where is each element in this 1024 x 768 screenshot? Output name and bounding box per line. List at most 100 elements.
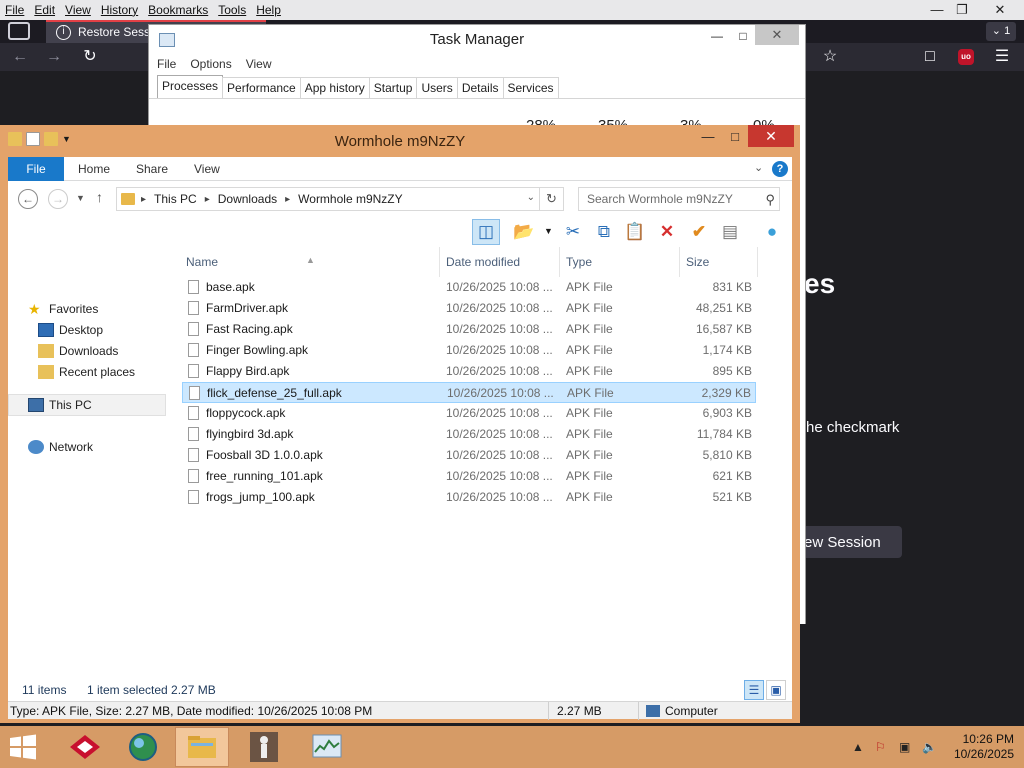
- explorer-minimize-button[interactable]: —: [694, 127, 722, 147]
- back-arrow-icon[interactable]: ←: [8, 46, 32, 68]
- rename-icon[interactable]: ▤: [716, 219, 744, 245]
- clock[interactable]: 10:26 PM 10/26/2025: [954, 732, 1014, 762]
- taskbar-app-globe[interactable]: [116, 727, 170, 767]
- refresh-icon[interactable]: ↻: [539, 188, 563, 210]
- column-header-name[interactable]: Name ▲: [180, 247, 440, 277]
- tab-processes[interactable]: Processes: [157, 75, 224, 98]
- taskbar-app-file-explorer[interactable]: [175, 727, 229, 767]
- nav-favorites[interactable]: ★ Favorites: [28, 299, 98, 319]
- address-dropdown-icon[interactable]: ⌄: [527, 192, 535, 203]
- tm-close-button[interactable]: ✕: [755, 25, 799, 45]
- reload-icon[interactable]: ↻: [78, 46, 102, 68]
- tab-performance[interactable]: Performance: [222, 77, 301, 98]
- taskbar-app-figure[interactable]: [237, 727, 291, 767]
- cut-icon[interactable]: ✂: [559, 219, 587, 245]
- forward-button[interactable]: →: [48, 189, 68, 209]
- file-row[interactable]: base.apk 10/26/2025 10:08 ... APK File 831 …: [182, 277, 756, 298]
- taskbar-app-red[interactable]: [58, 727, 112, 767]
- nav-network[interactable]: Network: [28, 437, 93, 457]
- firefox-restore-button[interactable]: ❐: [947, 0, 977, 20]
- ribbon-tab-home[interactable]: Home: [78, 157, 110, 181]
- breadcrumb-separator[interactable]: ▸: [205, 194, 210, 205]
- details-view-icon[interactable]: ☰: [744, 680, 764, 700]
- tab-app-history[interactable]: App history: [299, 77, 370, 98]
- star-bookmark-icon[interactable]: ☆: [818, 46, 842, 68]
- action-center-icon[interactable]: ⚐: [875, 740, 886, 754]
- tab-list-button[interactable]: ⌄ 1: [986, 22, 1016, 41]
- recent-locations-icon[interactable]: ▼: [76, 193, 85, 203]
- volume-muted-icon[interactable]: 🔈: [922, 740, 937, 754]
- menu-tools[interactable]: Tools: [213, 3, 251, 17]
- column-header-type[interactable]: Type: [560, 247, 680, 277]
- file-row[interactable]: Foosball 3D 1.0.0.apk 10/26/2025 10:08 ..…: [182, 445, 756, 466]
- tab-startup[interactable]: Startup: [368, 77, 418, 98]
- explorer-maximize-button[interactable]: □: [721, 127, 749, 147]
- paste-icon[interactable]: 📋: [621, 219, 649, 245]
- address-bar[interactable]: ▸ This PC ▸ Downloads ▸ Wormhole m9NzZY …: [116, 187, 564, 211]
- large-icons-view-icon[interactable]: ▣: [766, 680, 786, 700]
- nav-this-pc[interactable]: This PC: [28, 395, 92, 415]
- breadcrumb-current-folder[interactable]: Wormhole m9NzZY: [298, 192, 402, 206]
- file-row[interactable]: Finger Bowling.apk 10/26/2025 10:08 ... AP…: [182, 340, 756, 361]
- firefox-view-icon[interactable]: [8, 22, 30, 40]
- file-row[interactable]: Fast Racing.apk 10/26/2025 10:08 ... APK F…: [182, 319, 756, 340]
- tab-details[interactable]: Details: [456, 77, 504, 98]
- back-button[interactable]: ←: [18, 189, 38, 209]
- file-row[interactable]: flyingbird 3d.apk 10/26/2025 10:08 ... APK…: [182, 424, 756, 445]
- menu-bookmarks[interactable]: Bookmarks: [143, 3, 213, 17]
- column-header-size[interactable]: Size: [680, 247, 758, 277]
- hamburger-menu-icon[interactable]: ☰: [990, 46, 1014, 68]
- show-hidden-icons[interactable]: ▲: [852, 740, 864, 754]
- search-icon[interactable]: ⚲: [765, 189, 775, 211]
- shell-icon[interactable]: ●: [758, 219, 786, 245]
- breadcrumb-separator[interactable]: ▸: [285, 194, 290, 205]
- file-row[interactable]: FarmDriver.apk 10/26/2025 10:08 ... APK Fi…: [182, 298, 756, 319]
- column-header-date[interactable]: Date modified: [440, 247, 560, 277]
- tm-menu-view[interactable]: View: [246, 57, 272, 71]
- file-row[interactable]: flick_defense_25_full.apk 10/26/2025 10:0…: [182, 382, 756, 403]
- menu-file[interactable]: File: [0, 3, 29, 17]
- file-row[interactable]: Flappy Bird.apk 10/26/2025 10:08 ... APK F…: [182, 361, 756, 382]
- menu-edit[interactable]: Edit: [29, 3, 60, 17]
- tab-services[interactable]: Services: [502, 77, 559, 98]
- nav-downloads[interactable]: Downloads: [38, 341, 118, 361]
- menu-history[interactable]: History: [96, 3, 143, 17]
- breadcrumb-downloads[interactable]: Downloads: [218, 192, 277, 206]
- ribbon-tab-share[interactable]: Share: [136, 157, 168, 181]
- new-session-button[interactable]: ew Session: [792, 526, 902, 558]
- firefox-close-button[interactable]: ✕: [985, 0, 1015, 20]
- preview-pane-icon[interactable]: ◫: [472, 219, 500, 245]
- windows-start-icon[interactable]: [8, 734, 38, 760]
- network-tray-icon[interactable]: ▣: [899, 740, 910, 754]
- nav-desktop[interactable]: Desktop: [38, 320, 103, 340]
- menu-view[interactable]: View: [60, 3, 96, 17]
- ublock-icon[interactable]: uo: [958, 49, 974, 65]
- copy-icon[interactable]: ⧉: [590, 219, 618, 245]
- expand-ribbon-icon[interactable]: ⌄: [754, 161, 763, 174]
- forward-arrow-icon[interactable]: →: [42, 46, 66, 68]
- file-type: APK File: [566, 322, 613, 336]
- file-row[interactable]: free_running_101.apk 10/26/2025 10:08 ...…: [182, 466, 756, 487]
- delete-icon[interactable]: ✕: [653, 219, 681, 245]
- tm-maximize-button[interactable]: □: [733, 25, 753, 47]
- ribbon-tab-view[interactable]: View: [194, 157, 220, 181]
- folder-options-icon[interactable]: 📂: [510, 219, 538, 245]
- up-arrow-icon[interactable]: ↑: [96, 189, 103, 205]
- extensions-icon[interactable]: □: [918, 46, 942, 68]
- tab-users[interactable]: Users: [416, 77, 458, 98]
- tm-minimize-button[interactable]: —: [707, 25, 727, 47]
- ribbon-tab-file[interactable]: File: [8, 157, 64, 181]
- tm-menu-file[interactable]: File: [157, 57, 176, 71]
- file-row[interactable]: floppycock.apk 10/26/2025 10:08 ... APK Fi…: [182, 403, 756, 424]
- file-row[interactable]: frogs_jump_100.apk 10/26/2025 10:08 ... AP…: [182, 487, 756, 508]
- menu-help[interactable]: Help: [251, 3, 286, 17]
- folder-options-dropdown-icon[interactable]: ▼: [544, 226, 553, 236]
- explorer-close-button[interactable]: ✕: [748, 125, 794, 147]
- nav-recent-places[interactable]: Recent places: [38, 362, 135, 382]
- search-input[interactable]: Search Wormhole m9NzZY ⚲: [578, 187, 780, 211]
- help-icon[interactable]: ?: [772, 161, 788, 177]
- taskbar-app-task-manager[interactable]: [300, 727, 354, 767]
- tm-menu-options[interactable]: Options: [190, 57, 231, 71]
- breadcrumb-this-pc[interactable]: This PC: [154, 192, 197, 206]
- checkmark-icon[interactable]: ✔: [685, 219, 713, 245]
